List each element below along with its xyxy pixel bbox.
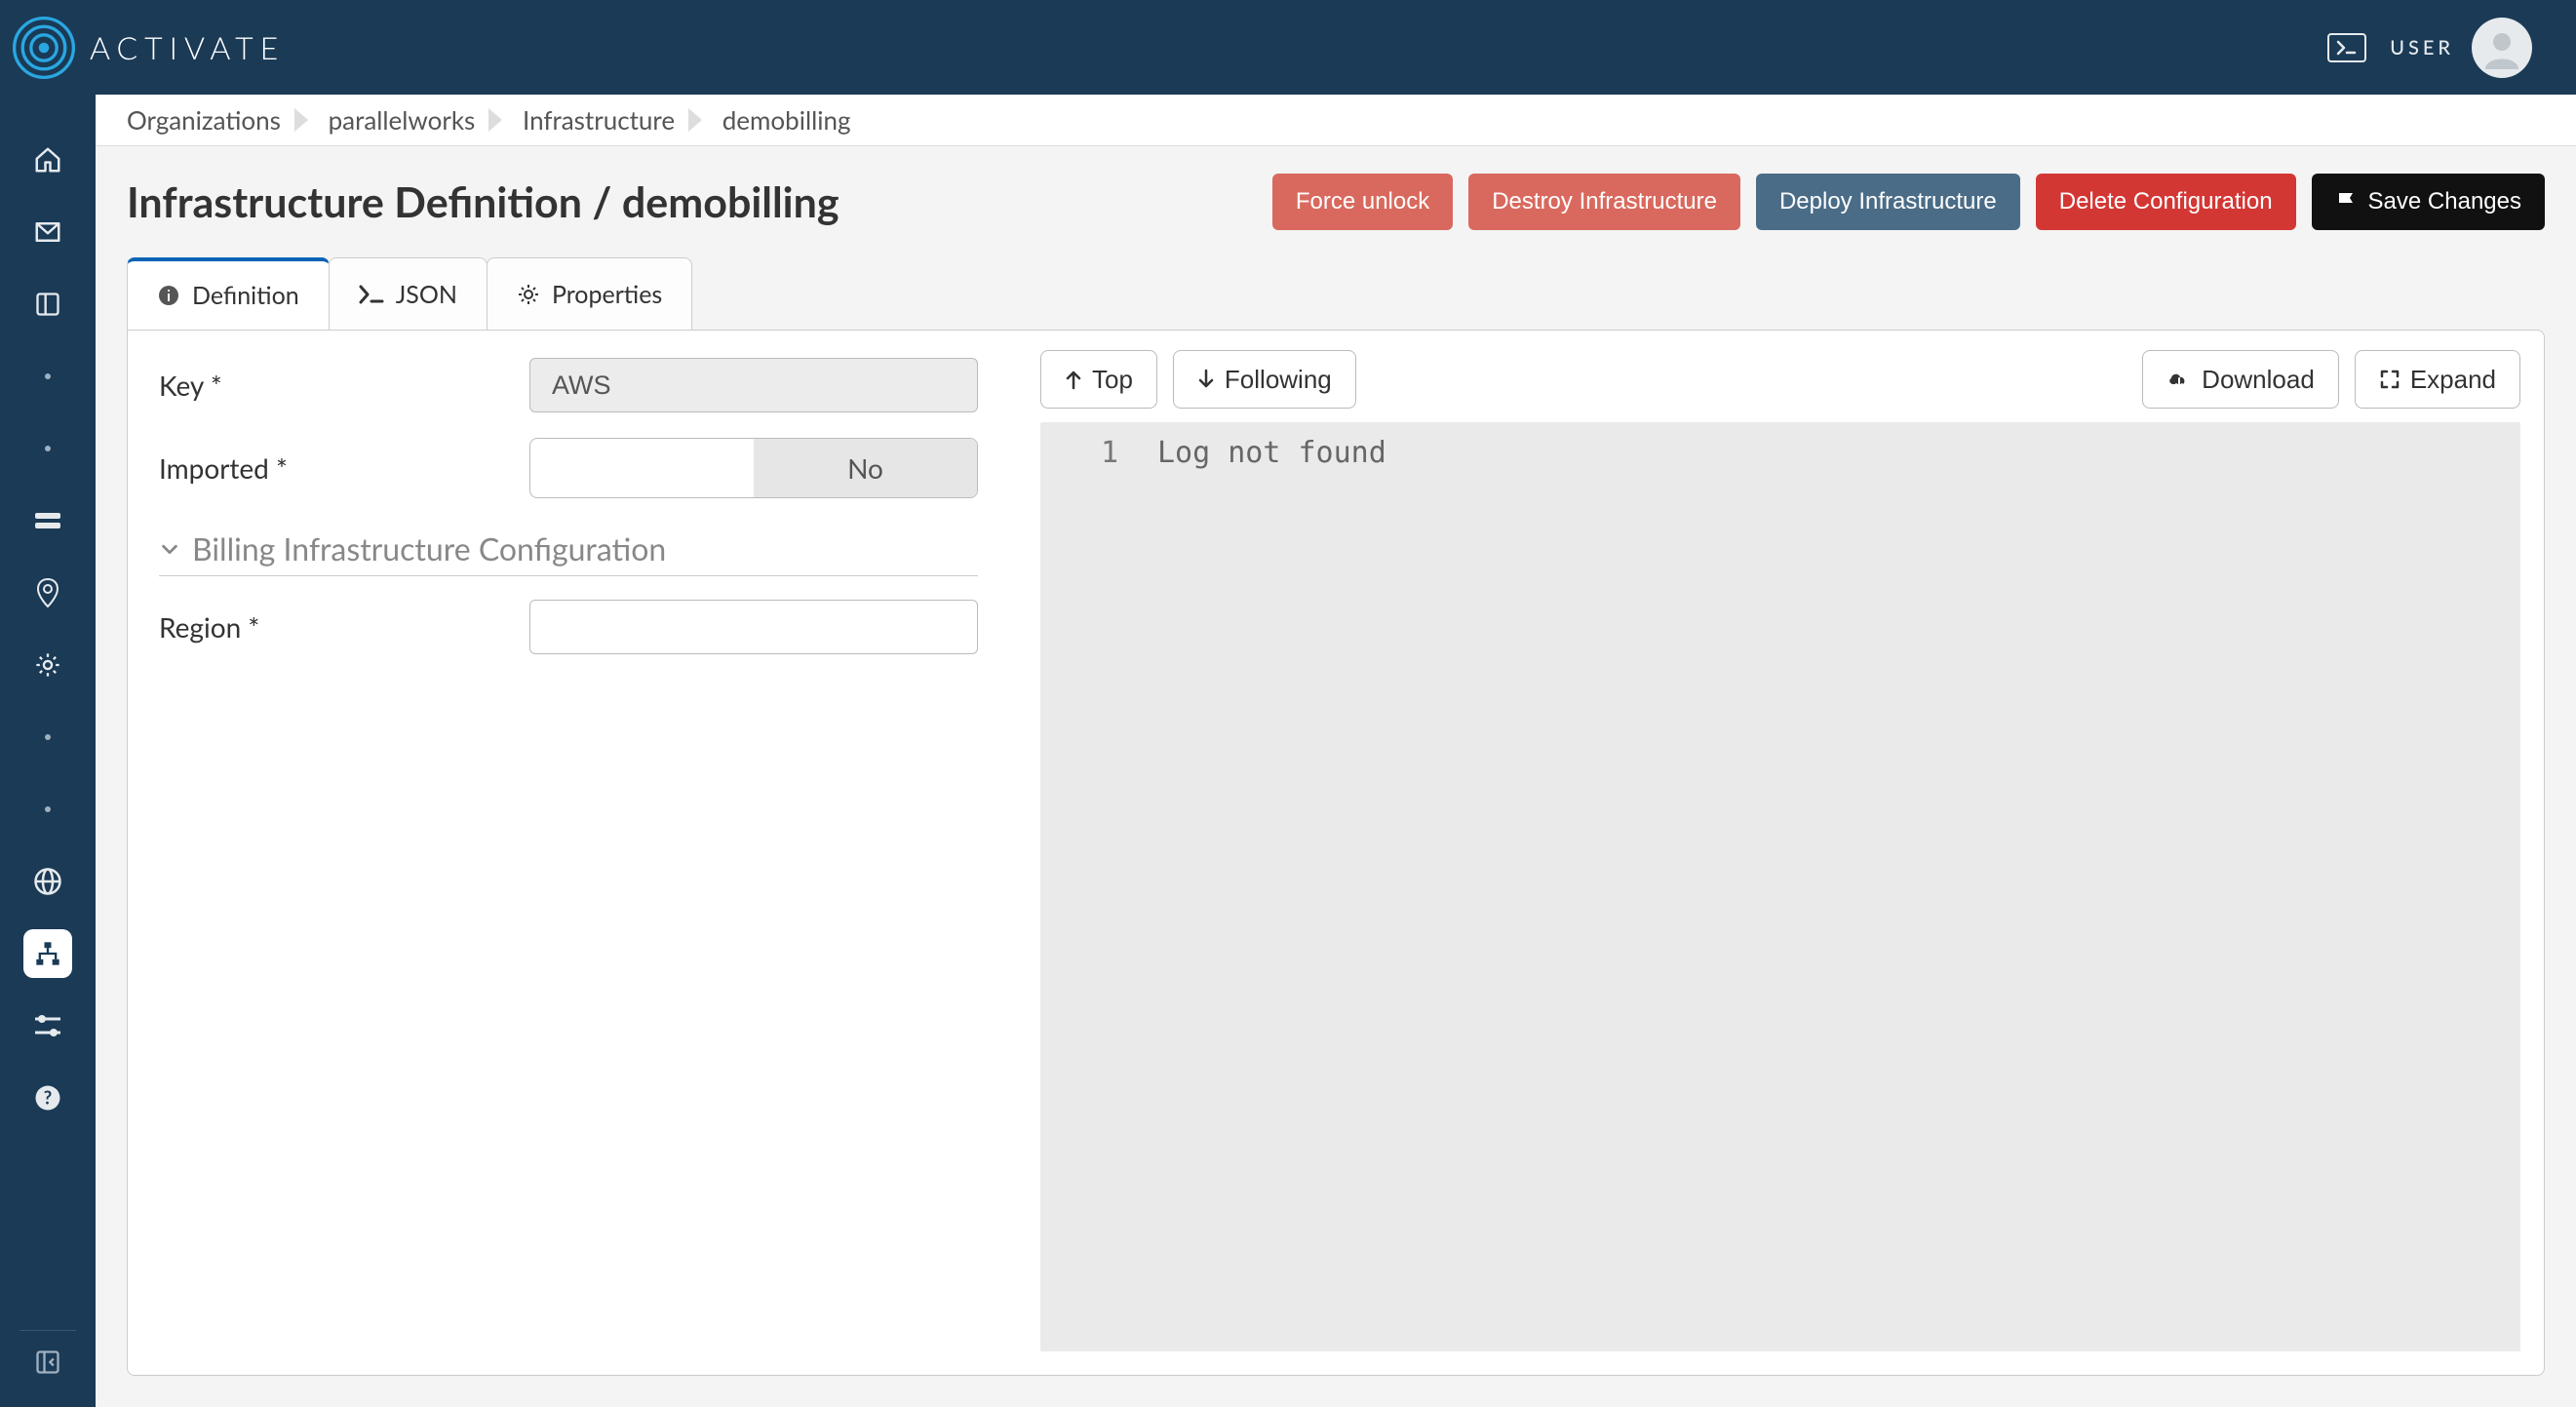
sitemap-icon [34,940,61,967]
sidebar-item-gear[interactable] [23,641,72,689]
page-title: Infrastructure Definition / demobilling [127,177,1272,227]
gear-icon [34,651,61,679]
flag-icon [2335,190,2359,214]
terminal-button[interactable] [2327,33,2366,62]
globe-icon [33,867,62,896]
sidebar-item-collapse[interactable] [23,1347,72,1395]
info-icon [157,284,180,307]
arrow-down-icon [1197,369,1215,390]
avatar[interactable] [2472,18,2532,78]
cog-icon [517,283,540,306]
action-row: Force unlock Destroy Infrastructure Depl… [1272,174,2545,230]
log-top-button[interactable]: Top [1040,350,1157,409]
save-changes-button[interactable]: Save Changes [2312,174,2545,230]
sidebar-item-dot-1[interactable] [23,352,72,401]
storage-icon [33,511,62,530]
region-input[interactable] [529,600,978,654]
region-label: Region * [159,610,529,644]
imported-yes[interactable] [530,439,754,497]
destroy-infrastructure-button[interactable]: Destroy Infrastructure [1468,174,1740,230]
sidebar-divider [20,1330,77,1331]
inbox-icon [33,219,62,245]
key-input[interactable] [529,358,978,412]
topbar: ACTIVATE USER [0,0,2576,95]
breadcrumb: Organizations parallelworks Infrastructu… [96,95,2576,146]
section-billing-header[interactable]: Billing Infrastructure Configuration [159,524,978,576]
log-line: 1 Log not found [1040,436,2520,470]
expand-icon [2379,369,2400,390]
log-line-text: Log not found [1157,436,2520,470]
page-header: Infrastructure Definition / demobilling … [96,146,2576,230]
home-icon [33,145,62,175]
avatar-icon [2480,26,2523,69]
sidebar-item-help[interactable]: ? [23,1074,72,1122]
log-line-number: 1 [1040,436,1157,470]
panel-icon [34,291,61,318]
collapse-icon [34,1348,61,1376]
sidebar-item-globe[interactable] [23,857,72,906]
delete-configuration-button[interactable]: Delete Configuration [2036,174,2296,230]
brand-text: ACTIVATE [90,28,285,66]
force-unlock-button[interactable]: Force unlock [1272,174,1453,230]
tabs: Definition JSON Properties [96,230,2576,330]
deploy-infrastructure-button[interactable]: Deploy Infrastructure [1756,174,2020,230]
help-icon: ? [33,1083,62,1113]
log-view[interactable]: 1 Log not found [1040,422,2520,1351]
imported-toggle[interactable]: No [529,438,978,498]
chevron-down-icon [159,538,180,560]
sidebar-item-dot-2[interactable] [23,424,72,473]
sidebar: ? [0,95,96,1407]
sidebar-item-infrastructure[interactable] [23,929,72,978]
imported-label: Imported * [159,451,529,485]
sidebar-item-storage[interactable] [23,496,72,545]
location-icon [36,577,59,608]
sidebar-item-home[interactable] [23,136,72,184]
cloud-download-icon [2166,369,2192,390]
terminal-icon [2336,40,2358,56]
form-pane: Key * Imported * No Billing Infrastructu… [128,331,1025,1375]
key-label: Key * [159,369,529,402]
log-controls: Top Following Download Expand [1040,350,2520,409]
log-pane: Top Following Download Expand [1025,331,2544,1375]
sidebar-item-location[interactable] [23,568,72,617]
crumb-organizations[interactable]: Organizations [127,104,281,136]
sidebar-item-dot-4[interactable] [23,785,72,834]
tab-properties[interactable]: Properties [487,257,692,330]
sliders-icon [33,1013,62,1038]
log-download-button[interactable]: Download [2142,350,2339,409]
user-label: USER [2390,36,2454,59]
imported-no[interactable]: No [754,439,977,497]
section-billing-title: Billing Infrastructure Configuration [192,529,666,567]
log-following-button[interactable]: Following [1173,350,1356,409]
logo-icon [12,16,76,80]
crumb-demobilling[interactable]: demobilling [722,104,851,136]
brand: ACTIVATE [12,16,285,80]
sidebar-item-panel[interactable] [23,280,72,329]
content: Organizations parallelworks Infrastructu… [96,95,2576,1407]
sidebar-item-inbox[interactable] [23,208,72,256]
terminal-prompt-icon [359,285,384,304]
tab-definition[interactable]: Definition [127,257,330,330]
panel: Key * Imported * No Billing Infrastructu… [127,330,2545,1376]
sidebar-item-dot-3[interactable] [23,713,72,762]
sidebar-item-settings[interactable] [23,1001,72,1050]
log-expand-button[interactable]: Expand [2355,350,2520,409]
crumb-infrastructure[interactable]: Infrastructure [523,104,675,136]
svg-text:?: ? [44,1085,53,1108]
crumb-parallelworks[interactable]: parallelworks [329,104,476,136]
arrow-up-icon [1065,369,1082,390]
tab-json[interactable]: JSON [329,257,488,330]
